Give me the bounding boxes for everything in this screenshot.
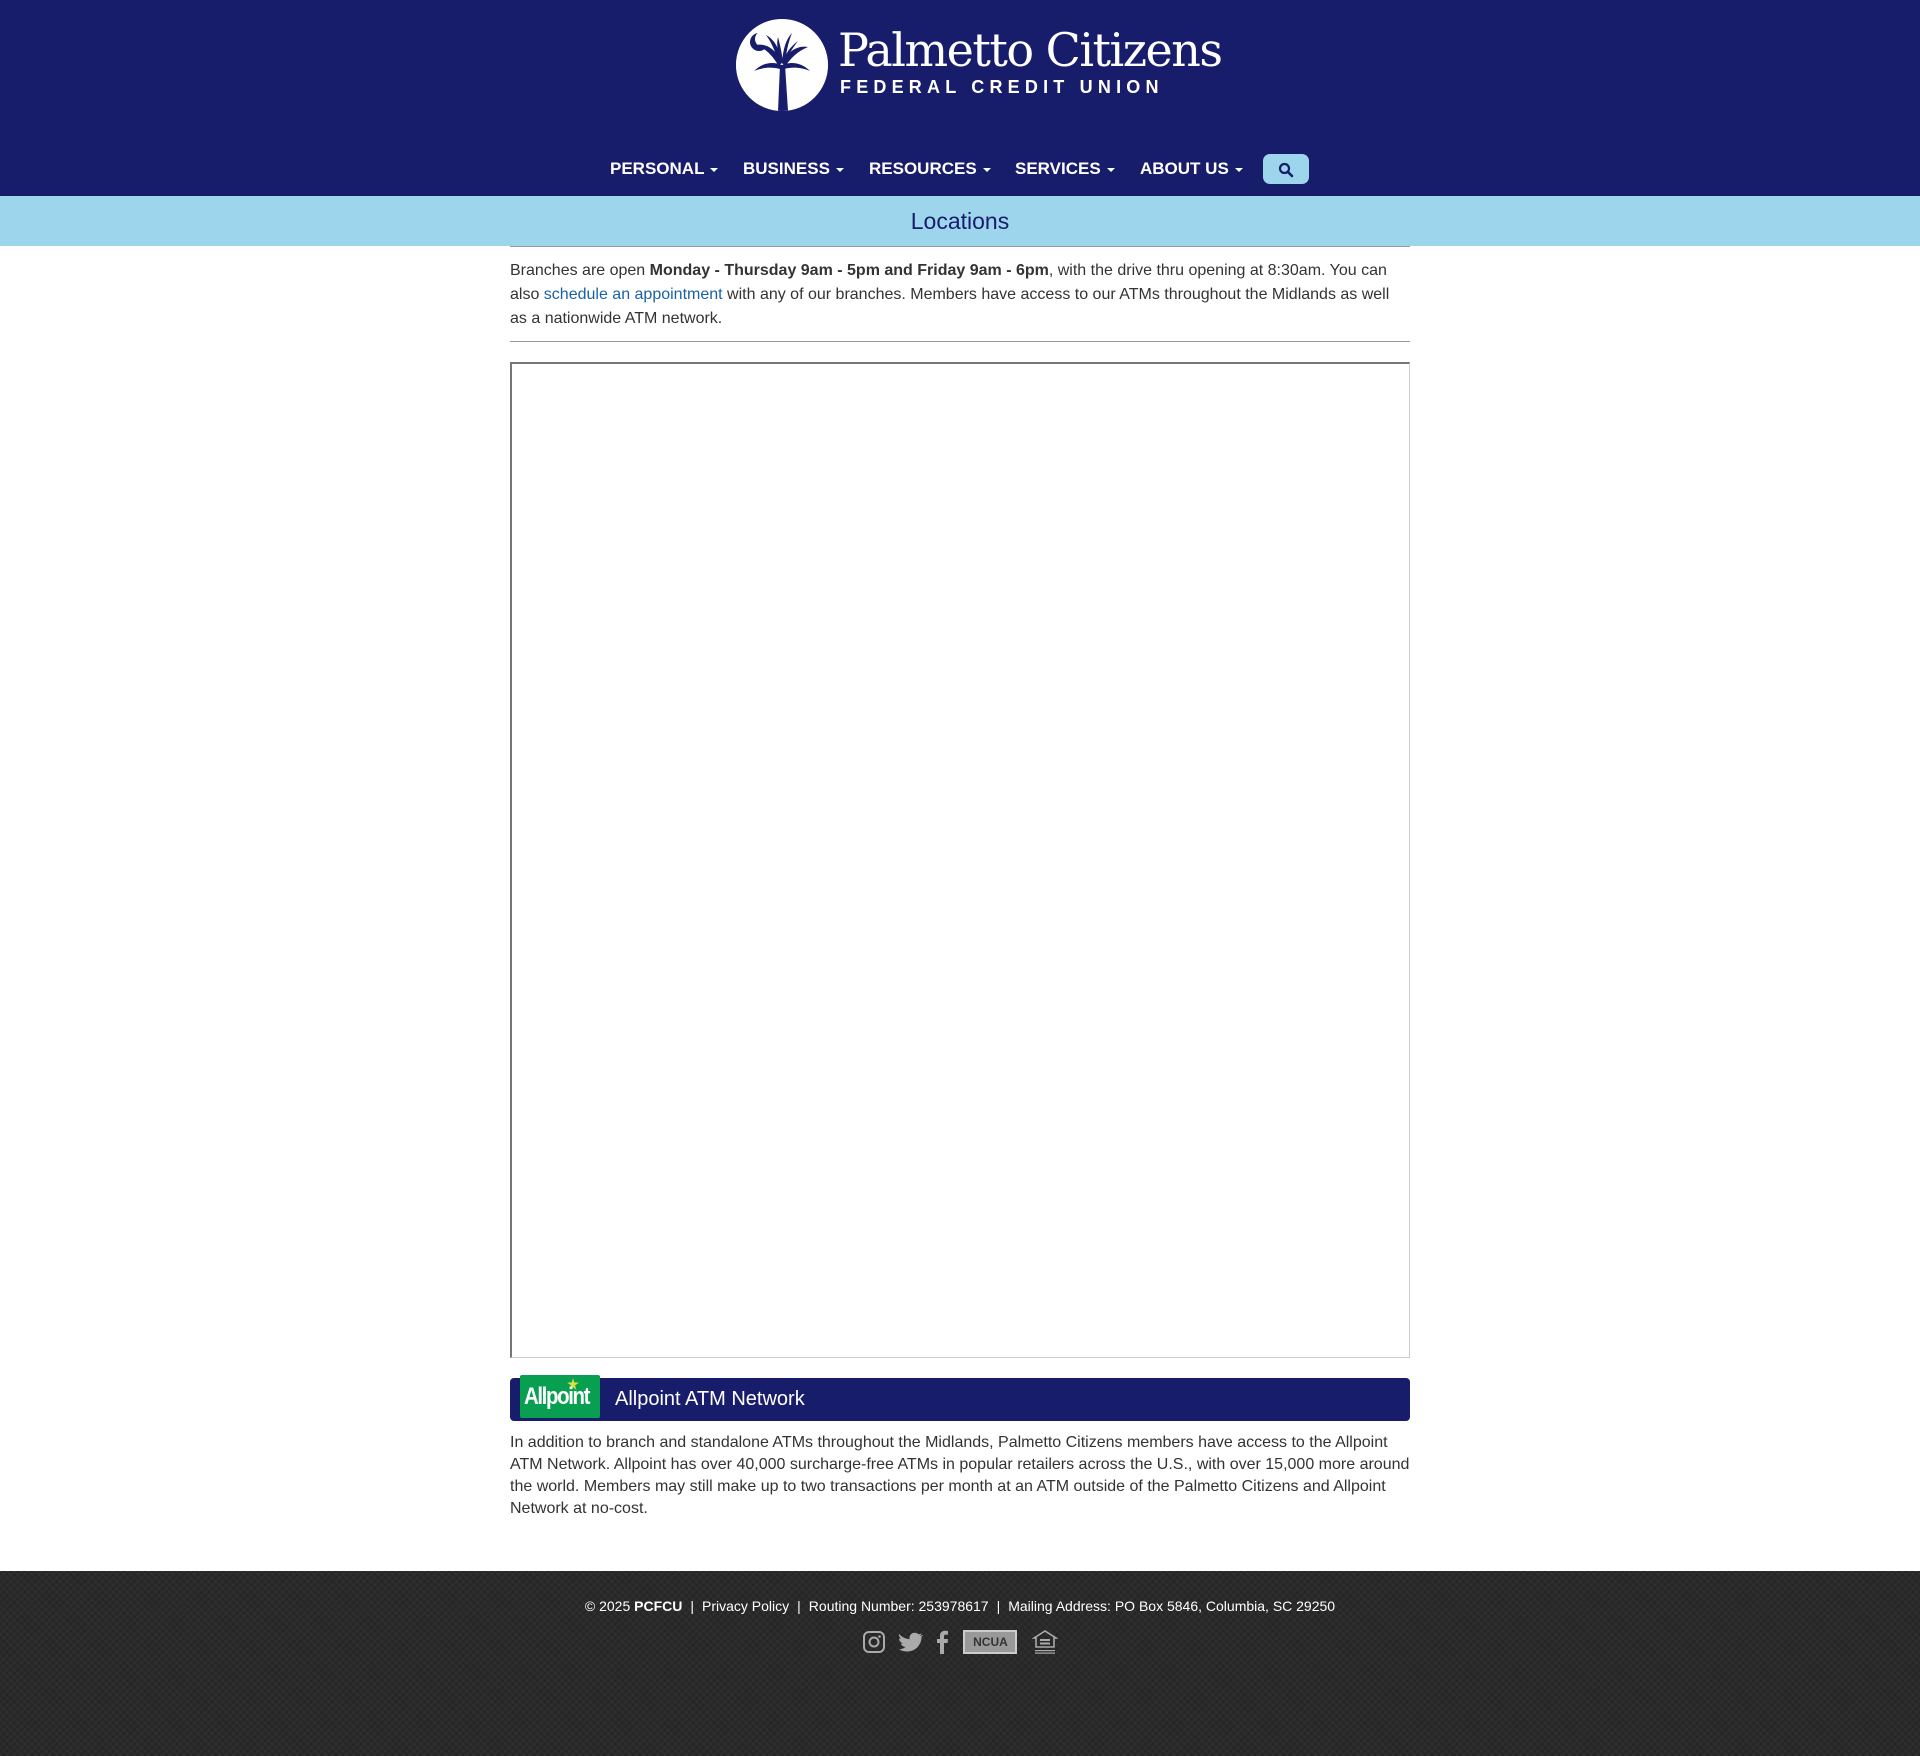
main-content: Branches are open Monday - Thursday 9am … bbox=[510, 246, 1410, 1536]
logo-tagline: FEDERAL CREDIT UNION bbox=[840, 77, 1164, 97]
instagram-icon[interactable] bbox=[862, 1630, 886, 1654]
divider bbox=[510, 341, 1410, 342]
caret-down-icon bbox=[982, 167, 991, 172]
allpoint-description: In addition to branch and standalone ATM… bbox=[510, 1434, 1410, 1517]
separator: | bbox=[690, 1598, 695, 1614]
intro-text: Branches are open bbox=[510, 262, 650, 279]
divider bbox=[510, 246, 1410, 247]
allpoint-header: Allpoint Allpoint ATM Network bbox=[510, 1375, 1410, 1421]
nav-resources-label: RESOURCES bbox=[869, 159, 977, 178]
caret-down-icon bbox=[1106, 167, 1115, 172]
nav-personal[interactable]: PERSONAL bbox=[610, 152, 719, 186]
locations-intro: Branches are open Monday - Thursday 9am … bbox=[510, 259, 1410, 331]
allpoint-logo: Allpoint bbox=[520, 1375, 600, 1418]
main-nav: PERSONAL BUSINESS RESOURCES SERVICES ABO… bbox=[0, 152, 1920, 186]
page-title: Locations bbox=[910, 208, 1010, 234]
palmetto-tree-icon bbox=[736, 19, 828, 111]
page-title-bar: Locations bbox=[0, 196, 1920, 246]
org-name: PCFCU bbox=[634, 1598, 683, 1614]
copyright-text: © 2025 bbox=[584, 1598, 635, 1614]
footer-icons: NCUA bbox=[0, 1629, 1920, 1661]
ncua-logo[interactable]: NCUA bbox=[963, 1630, 1018, 1654]
logo-name: Palmetto Citizens bbox=[838, 23, 1223, 77]
nav-resources[interactable]: RESOURCES bbox=[869, 152, 991, 186]
search-button[interactable] bbox=[1263, 154, 1309, 184]
site-header: Palmetto Citizens FEDERAL CREDIT UNION P… bbox=[0, 0, 1920, 196]
branch-hours: Monday - Thursday 9am - 5pm and Friday 9… bbox=[649, 262, 1049, 279]
nav-personal-label: PERSONAL bbox=[610, 159, 705, 178]
nav-business[interactable]: BUSINESS bbox=[743, 152, 844, 186]
mailing-address: Mailing Address: PO Box 5846, Columbia, … bbox=[1008, 1598, 1336, 1614]
search-icon bbox=[1278, 162, 1294, 178]
allpoint-title: Allpoint ATM Network bbox=[615, 1388, 805, 1410]
nav-about-us[interactable]: ABOUT US bbox=[1140, 152, 1243, 186]
footer-info: © 2025 PCFCU | Privacy Policy | Routing Numb… bbox=[0, 1598, 1920, 1614]
separator: | bbox=[996, 1598, 1001, 1614]
separator: | bbox=[797, 1598, 801, 1614]
nav-services-label: SERVICES bbox=[1015, 159, 1101, 178]
nav-about-us-label: ABOUT US bbox=[1140, 159, 1229, 178]
schedule-appointment-link[interactable]: schedule an appointment bbox=[544, 286, 723, 303]
caret-down-icon bbox=[1234, 167, 1243, 172]
nav-business-label: BUSINESS bbox=[743, 159, 830, 178]
site-logo[interactable]: Palmetto Citizens FEDERAL CREDIT UNION bbox=[736, 19, 1223, 113]
allpoint-logo-text: Allpoint bbox=[524, 1383, 590, 1410]
caret-down-icon bbox=[835, 167, 844, 172]
twitter-icon[interactable] bbox=[898, 1631, 923, 1653]
equal-housing-lender-icon[interactable] bbox=[1031, 1629, 1058, 1655]
locations-map-frame[interactable] bbox=[510, 362, 1410, 1358]
caret-down-icon bbox=[710, 167, 719, 172]
routing-number: Routing Number: 253978617 bbox=[808, 1598, 989, 1614]
nav-services[interactable]: SERVICES bbox=[1015, 152, 1115, 186]
facebook-icon[interactable] bbox=[935, 1630, 949, 1654]
privacy-policy-link[interactable]: Privacy Policy bbox=[702, 1598, 789, 1614]
site-footer: © 2025 PCFCU | Privacy Policy | Routing Numb… bbox=[0, 1571, 1920, 1756]
